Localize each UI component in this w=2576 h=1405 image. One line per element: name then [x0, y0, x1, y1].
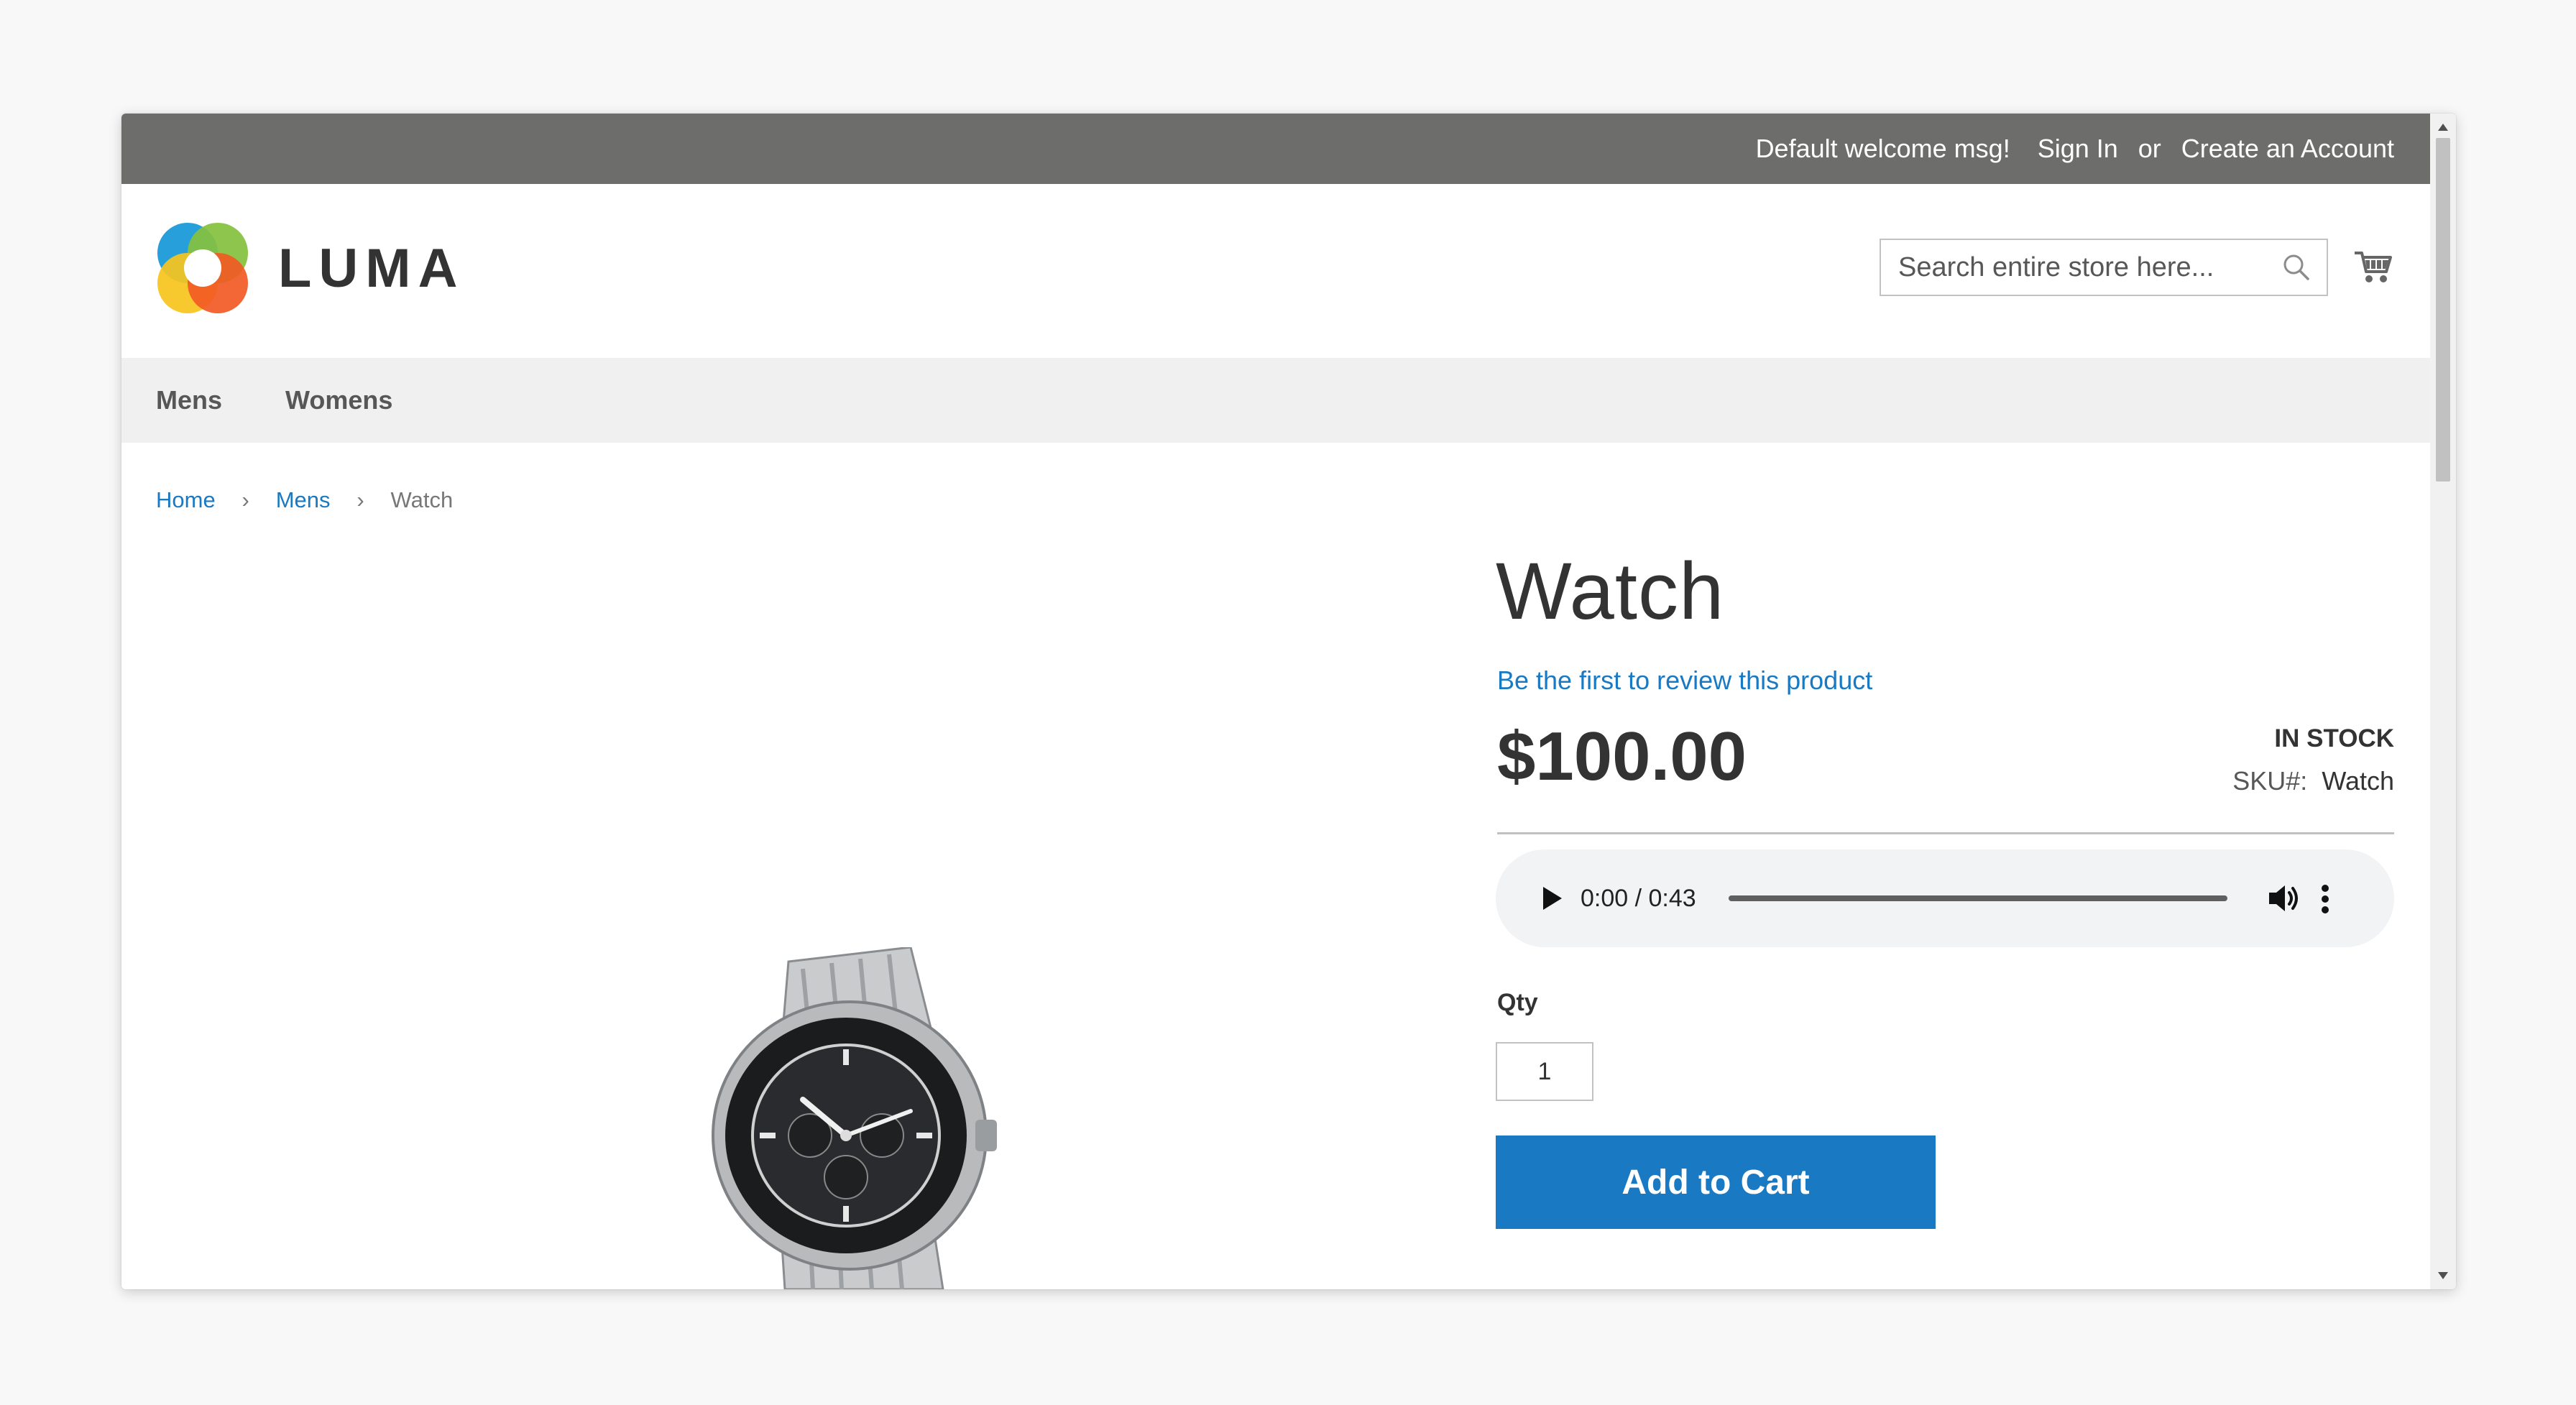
play-icon[interactable] — [1540, 885, 1563, 911]
luma-logo-icon — [157, 223, 248, 313]
scroll-up-arrow-icon[interactable] — [2437, 122, 2449, 132]
logo[interactable]: LUMA — [156, 221, 465, 315]
chevron-right-icon: › — [242, 487, 249, 512]
top-bar: Default welcome msg! Sign In or Create a… — [121, 114, 2430, 184]
breadcrumb: Home › Mens › Watch — [156, 487, 453, 513]
search-input[interactable] — [1881, 240, 2283, 295]
search-box — [1880, 239, 2328, 296]
sku: SKU#: Watch — [2232, 766, 2394, 796]
logo-text: LUMA — [278, 237, 465, 299]
audio-time: 0:00 / 0:43 — [1581, 885, 1696, 912]
qty-input[interactable] — [1496, 1042, 1593, 1101]
add-to-cart-button[interactable]: Add to Cart — [1496, 1135, 1936, 1229]
review-link[interactable]: Be the first to review this product — [1497, 665, 1872, 696]
product-image[interactable] — [695, 947, 1004, 1289]
volume-icon[interactable] — [2268, 883, 2301, 914]
scrollbar[interactable] — [2430, 114, 2456, 1289]
sign-in-link[interactable]: Sign In — [2038, 134, 2118, 164]
audio-progress-slider[interactable] — [1729, 895, 2227, 901]
chevron-right-icon: › — [356, 487, 364, 512]
more-options-icon[interactable] — [2321, 884, 2329, 914]
audio-player: 0:00 / 0:43 — [1496, 849, 2394, 947]
product-title: Watch — [1496, 546, 1725, 636]
cart-icon[interactable] — [2353, 247, 2393, 287]
sku-value: Watch — [2322, 766, 2394, 796]
product-page: Default welcome msg! Sign In or Create a… — [121, 114, 2430, 1289]
nav-item-womens[interactable]: Womens — [285, 358, 392, 443]
product-price: $100.00 — [1497, 718, 1747, 795]
breadcrumb-home[interactable]: Home — [156, 487, 216, 513]
scroll-down-arrow-icon[interactable] — [2437, 1271, 2449, 1281]
welcome-message: Default welcome msg! — [1755, 134, 2010, 163]
product-gallery — [156, 545, 1579, 1289]
create-account-link[interactable]: Create an Account — [2181, 134, 2394, 164]
main-nav: Mens Womens — [121, 358, 2430, 443]
browser-window: Default welcome msg! Sign In or Create a… — [121, 114, 2456, 1289]
or-text: or — [2138, 134, 2161, 163]
qty-label: Qty — [1497, 989, 1538, 1016]
sku-label: SKU#: — [2232, 766, 2308, 796]
breadcrumb-mens[interactable]: Mens — [276, 487, 331, 513]
top-links: Default welcome msg! Sign In or Create a… — [1756, 114, 2394, 184]
breadcrumb-current: Watch — [390, 487, 454, 512]
site-header: LUMA — [121, 184, 2430, 358]
stock-status: IN STOCK — [2274, 724, 2394, 752]
search-icon[interactable] — [2282, 253, 2311, 282]
divider — [1497, 832, 2394, 834]
nav-item-mens[interactable]: Mens — [156, 358, 222, 443]
scrollbar-thumb[interactable] — [2436, 138, 2450, 482]
